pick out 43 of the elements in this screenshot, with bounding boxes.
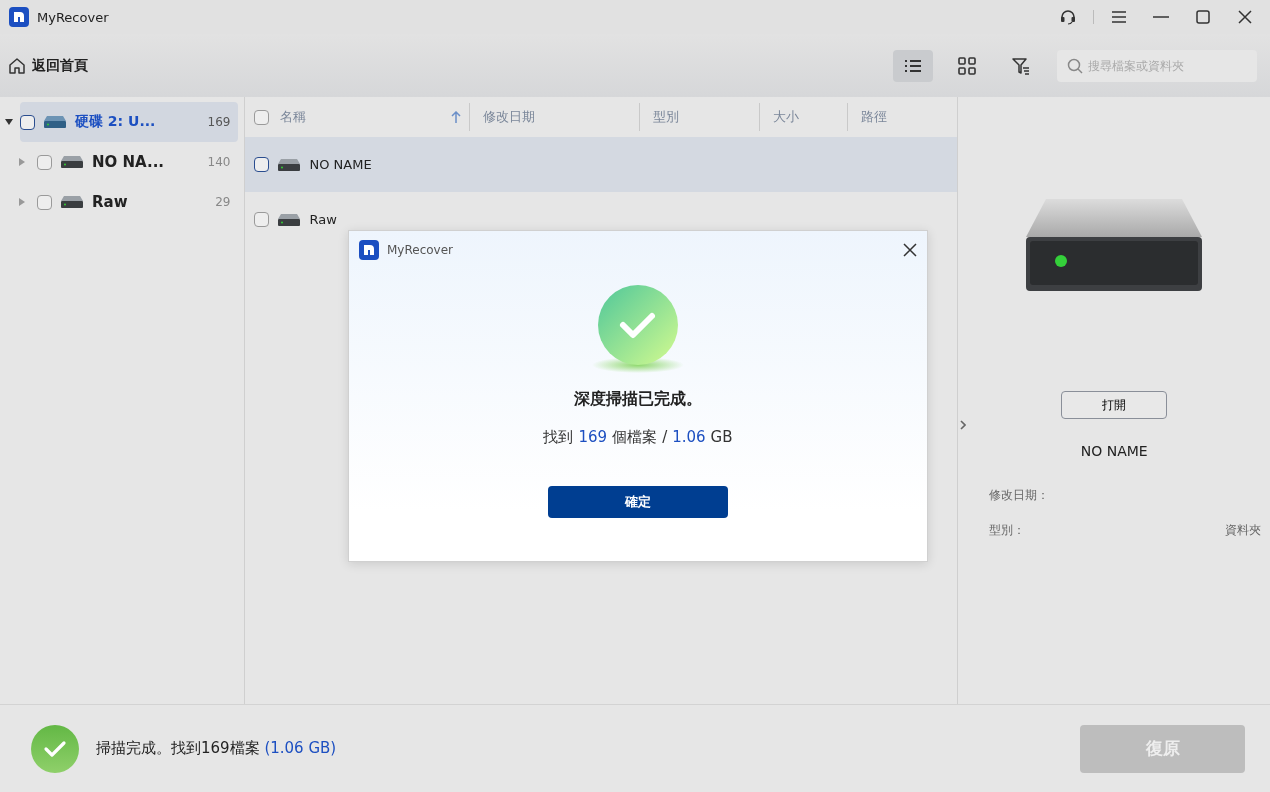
checkbox[interactable] [254, 212, 270, 227]
open-button[interactable]: 打開 [1061, 391, 1168, 419]
checkbox[interactable] [254, 109, 270, 125]
list-view-icon [904, 58, 922, 73]
maximize-icon[interactable] [1196, 10, 1210, 24]
menu-icon[interactable] [1111, 10, 1127, 24]
home-icon [8, 56, 26, 75]
app-logo-icon [9, 7, 29, 27]
filter-icon [1012, 56, 1030, 75]
tree-item[interactable]: Raw 29 [37, 182, 239, 222]
success-check-icon [31, 724, 79, 773]
status-message: 掃描完成。找到169檔案 (1.06 GB) [96, 739, 338, 758]
tree-item[interactable]: 硬碟 2: U... 169 [20, 102, 239, 142]
expanded-arrow-icon[interactable] [5, 119, 13, 125]
checkbox[interactable] [254, 157, 270, 172]
field-value: 資料夾 [1225, 522, 1261, 539]
window-title: MyRecover [37, 9, 110, 25]
drive-icon [61, 196, 83, 208]
field-label: 型別： [989, 522, 1026, 539]
confirm-button[interactable]: 確定 [548, 486, 728, 518]
dialog-title: MyRecover [387, 243, 454, 257]
list-view-button[interactable] [893, 49, 933, 82]
drive-icon [278, 158, 301, 171]
headset-icon[interactable] [1059, 8, 1077, 26]
checkbox[interactable] [37, 154, 52, 170]
success-check-icon [592, 285, 684, 375]
drive-icon [61, 156, 83, 168]
app-logo-icon [359, 240, 379, 260]
drive-icon [44, 116, 66, 128]
scan-summary: 找到 169 個檔案 / 1.06 GB [543, 428, 733, 447]
item-name: NO NAME [1080, 443, 1148, 459]
chevron-right-icon[interactable] [960, 420, 967, 430]
back-home-link[interactable]: 返回首頁 [32, 54, 88, 77]
drive-icon [278, 213, 301, 226]
checkbox[interactable] [37, 194, 52, 210]
checkbox[interactable] [20, 114, 35, 130]
file-row[interactable]: NO NAME [245, 137, 958, 192]
field-label: 修改日期： [989, 487, 1050, 504]
grid-view-icon [958, 56, 976, 75]
tree-item[interactable]: NO NA... 140 [37, 142, 239, 182]
dialog-heading: 深度掃描已完成。 [574, 389, 702, 410]
close-icon[interactable] [903, 243, 917, 257]
close-icon[interactable] [1238, 10, 1252, 24]
